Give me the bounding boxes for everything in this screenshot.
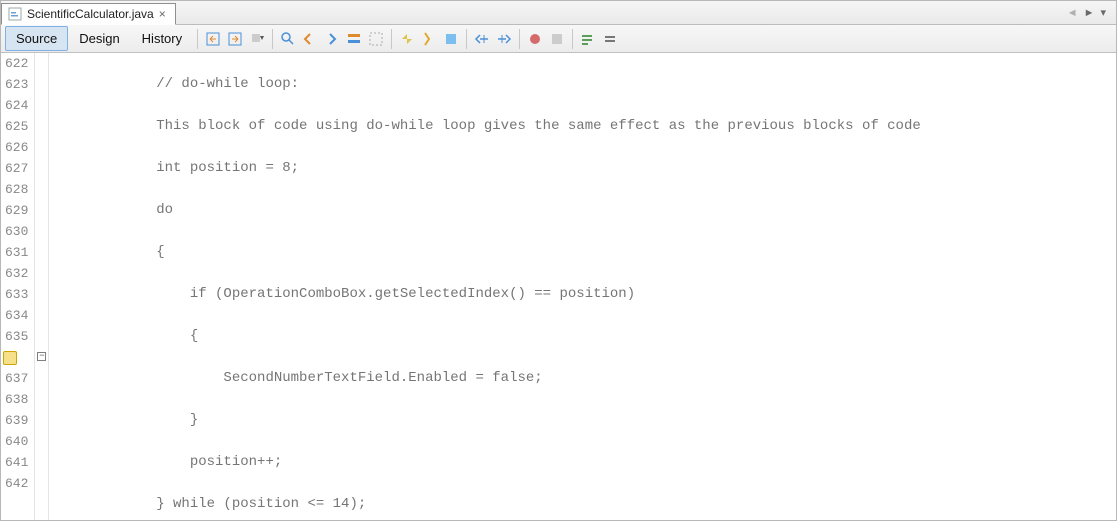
line-number: 628 <box>5 179 28 200</box>
line-number: 631 <box>5 242 28 263</box>
tab-menu-icon[interactable]: ▾ <box>1100 6 1106 19</box>
line-number: 640 <box>5 431 28 452</box>
line-number: 622 <box>5 53 28 74</box>
code-line: int position = 8; <box>49 158 1116 179</box>
code-line: do <box>49 200 1116 221</box>
file-tab-bar: ScientificCalculator.java × ◄ ► ▾ <box>1 1 1116 25</box>
uncomment-icon[interactable] <box>600 29 620 49</box>
separator <box>466 29 467 49</box>
tab-nav: ◄ ► ▾ <box>1067 1 1116 24</box>
line-number: 639 <box>5 410 28 431</box>
code-area[interactable]: // do-while loop: This block of code usi… <box>49 53 1116 520</box>
code-line: // do-while loop: <box>49 74 1116 95</box>
java-file-icon <box>8 7 22 21</box>
line-number: 626 <box>5 137 28 158</box>
separator <box>272 29 273 49</box>
close-icon[interactable]: × <box>159 10 167 18</box>
tab-source[interactable]: Source <box>5 26 68 51</box>
code-editor[interactable]: 622 623 624 625 626 627 628 629 630 631 … <box>1 53 1116 520</box>
tab-history[interactable]: History <box>131 26 193 51</box>
code-line: This block of code using do-while loop g… <box>49 116 1116 137</box>
code-line: { <box>49 326 1116 347</box>
find-selection-icon[interactable] <box>278 29 298 49</box>
code-line: { <box>49 242 1116 263</box>
line-number: 624 <box>5 95 28 116</box>
line-number: 638 <box>5 389 28 410</box>
line-number: 637 <box>5 368 28 389</box>
prev-bookmark-icon[interactable] <box>397 29 417 49</box>
toggle-highlight-icon[interactable] <box>344 29 364 49</box>
code-line: if (OperationComboBox.getSelectedIndex()… <box>49 284 1116 305</box>
line-number <box>5 347 28 368</box>
file-tab[interactable]: ScientificCalculator.java × <box>1 3 176 25</box>
start-macro-icon[interactable] <box>525 29 545 49</box>
separator <box>391 29 392 49</box>
fold-gutter: − <box>35 53 49 520</box>
separator <box>519 29 520 49</box>
tab-design[interactable]: Design <box>68 26 130 51</box>
line-number: 625 <box>5 116 28 137</box>
line-gutter: 622 623 624 625 626 627 628 629 630 631 … <box>1 53 35 520</box>
dropdown-icon[interactable] <box>247 29 267 49</box>
next-bookmark-icon[interactable] <box>419 29 439 49</box>
line-number: 634 <box>5 305 28 326</box>
find-next-icon[interactable] <box>322 29 342 49</box>
selection-mode-icon[interactable] <box>366 29 386 49</box>
code-line: } <box>49 410 1116 431</box>
line-number: 641 <box>5 452 28 473</box>
code-line: position++; <box>49 452 1116 473</box>
separator <box>572 29 573 49</box>
shift-right-icon[interactable] <box>494 29 514 49</box>
line-number: 627 <box>5 158 28 179</box>
line-number: 623 <box>5 74 28 95</box>
stop-macro-icon[interactable] <box>547 29 567 49</box>
code-line: SecondNumberTextField.Enabled = false; <box>49 368 1116 389</box>
editor-toolbar: Source Design History <box>1 25 1116 53</box>
code-line: } while (position <= 14); <box>49 494 1116 515</box>
line-number: 642 <box>5 473 28 494</box>
find-prev-icon[interactable] <box>300 29 320 49</box>
fold-toggle-icon[interactable]: − <box>37 352 46 361</box>
line-number: 635 <box>5 326 28 347</box>
separator <box>197 29 198 49</box>
line-number: 632 <box>5 263 28 284</box>
shift-left-icon[interactable] <box>472 29 492 49</box>
nav-fwd-icon[interactable] <box>225 29 245 49</box>
comment-icon[interactable] <box>578 29 598 49</box>
tab-prev-icon[interactable]: ◄ <box>1067 7 1078 19</box>
tab-next-icon[interactable]: ► <box>1084 7 1095 19</box>
line-number: 630 <box>5 221 28 242</box>
line-number: 629 <box>5 200 28 221</box>
line-number: 633 <box>5 284 28 305</box>
file-tab-label: ScientificCalculator.java <box>27 7 154 21</box>
toggle-bookmark-icon[interactable] <box>441 29 461 49</box>
nav-back-icon[interactable] <box>203 29 223 49</box>
